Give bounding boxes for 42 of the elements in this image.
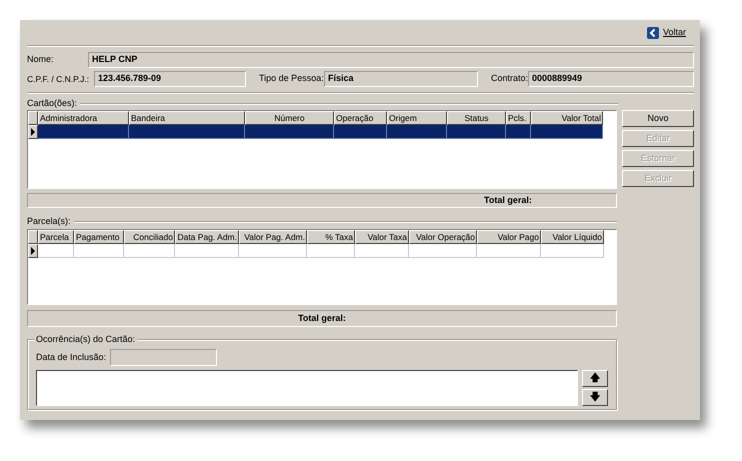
current-row-icon (31, 247, 35, 255)
column-header[interactable]: Bandeira (129, 111, 245, 125)
column-header[interactable]: Valor Taxa (355, 230, 409, 244)
column-header[interactable]: Pagamento (74, 230, 124, 244)
column-header[interactable]: Conciliado (124, 230, 175, 244)
column-header[interactable]: Data Pag. Adm. (175, 230, 239, 244)
card-action-button[interactable]: Novo (622, 110, 694, 127)
occurrence-text-area[interactable] (36, 370, 578, 406)
contract-field: 0000889949 (528, 71, 694, 87)
scroll-down-button[interactable]: 🡇 (582, 389, 608, 406)
current-row-icon (31, 128, 35, 136)
column-header[interactable]: % Taxa (307, 230, 355, 244)
cards-total-bar: Total geral: (27, 193, 617, 208)
row-indicator[interactable] (28, 244, 38, 258)
column-header[interactable]: Valor Operação (409, 230, 477, 244)
column-header[interactable]: Número (245, 111, 334, 125)
section-title: Parcela(s): (27, 215, 72, 228)
field-label: Nome: (27, 53, 55, 66)
person-type-field: Física (324, 71, 478, 87)
column-header[interactable]: Status (447, 111, 506, 125)
field-label: Data de Inclusão: (36, 350, 106, 364)
scroll-up-button[interactable]: 🡅 (582, 370, 608, 387)
column-header[interactable]: Valor Pag. Adm. (239, 230, 307, 244)
field-label: Contrato: (491, 72, 528, 86)
field-label: C.P.F. / C.N.P.J.: (27, 72, 90, 86)
group-title: Ocorrência(s) do Cartão: (34, 333, 138, 346)
column-header[interactable]: Valor Total (531, 111, 603, 125)
installments-total-bar: Total geral: (27, 310, 617, 327)
column-header[interactable]: Operação (334, 111, 387, 125)
field-label: Tipo de Pessoa: (259, 72, 324, 86)
section-title: Cartão(ões): (27, 97, 78, 110)
column-header[interactable]: Administradora (38, 111, 129, 125)
document-field: 123.456.789-09 (94, 71, 246, 87)
column-header[interactable]: Parcela (38, 230, 74, 244)
name-field: HELP CNP (88, 52, 694, 68)
selected-table-row[interactable] (38, 125, 603, 139)
column-header[interactable]: Origem (387, 111, 447, 125)
column-header[interactable]: Valor Pago (477, 230, 541, 244)
row-indicator[interactable] (28, 125, 38, 139)
column-header[interactable]: Pcls. (506, 111, 531, 125)
column-header[interactable]: Valor Líquido (541, 230, 604, 244)
back-button[interactable]: Voltar (646, 26, 686, 40)
